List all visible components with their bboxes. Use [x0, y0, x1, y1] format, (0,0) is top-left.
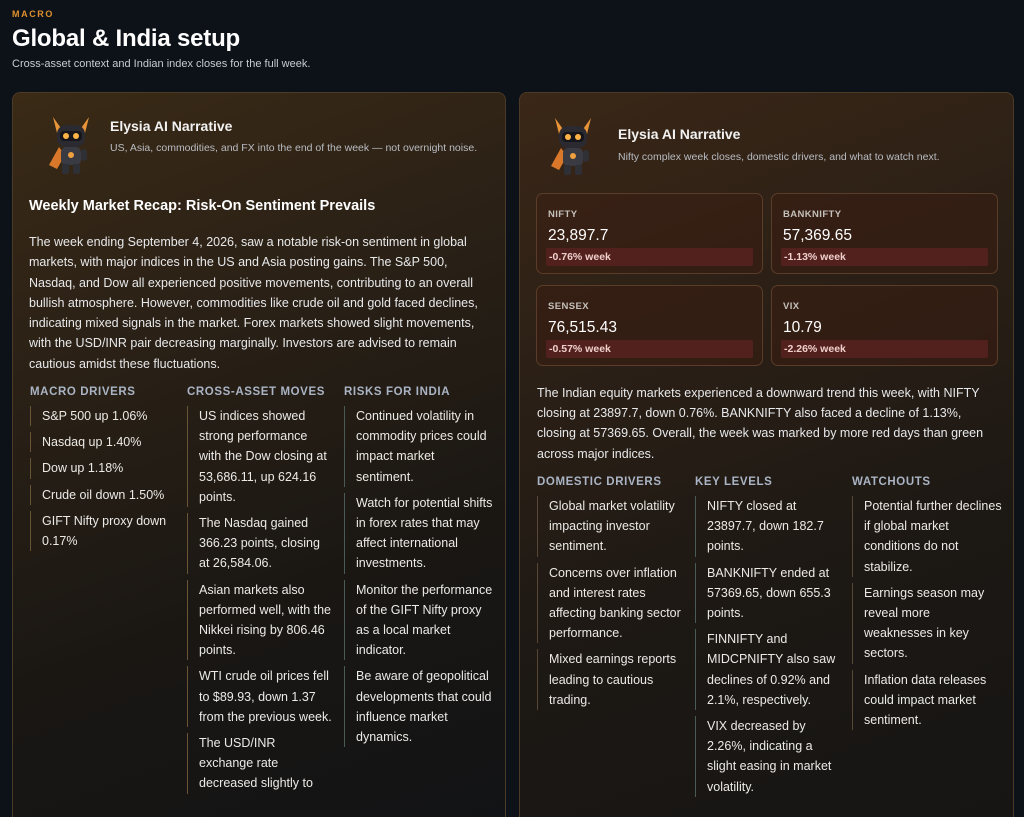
- robot-mascot-icon: [49, 117, 89, 174]
- list-item: Asian markets also performed well, with …: [187, 579, 332, 661]
- metric-value: 23,897.7: [548, 227, 609, 244]
- list-item: Inflation data releases could impact mar…: [852, 669, 1002, 731]
- narrative-subtitle: Nifty complex week closes, domestic driv…: [618, 151, 940, 163]
- cross-asset-moves-column: CROSS-ASSET MOVES US indices showed stro…: [187, 386, 332, 800]
- metric-card-banknifty: BANKNIFTY 57,369.65 -1.13% week: [771, 193, 998, 274]
- recap-title: Weekly Market Recap: Risk-On Sentiment P…: [29, 198, 376, 214]
- list-item: Nasdaq up 1.40%: [30, 432, 180, 453]
- watchouts-column: WATCHOUTS Potential further declines if …: [852, 476, 1002, 736]
- list-item: US indices showed strong performance wit…: [187, 406, 332, 508]
- risks-for-india-column: RISKS FOR INDIA Continued volatility in …: [344, 386, 494, 753]
- list-item: Potential further declines if global mar…: [852, 496, 1002, 577]
- column-heading: WATCHOUTS: [852, 476, 931, 488]
- metric-card-vix: VIX 10.79 -2.26% week: [771, 285, 998, 366]
- list-item: Be aware of geopolitical developments th…: [344, 666, 494, 748]
- domestic-drivers-column: DOMESTIC DRIVERS Global market volatilit…: [537, 476, 682, 716]
- list-item: Dow up 1.18%: [30, 458, 180, 479]
- metric-change-badge: -0.76% week: [546, 248, 753, 266]
- list-item: FINNIFTY and MIDCPNIFTY also saw decline…: [695, 629, 840, 711]
- metric-change-badge: -0.57% week: [546, 340, 753, 358]
- list-item: The USD/INR exchange rate decreased slig…: [187, 733, 332, 794]
- page-subtitle: Cross-asset context and Indian index clo…: [12, 58, 311, 70]
- india-narrative-card: Elysia AI Narrative Nifty complex week c…: [519, 92, 1014, 817]
- list-item: Continued volatility in commodity prices…: [344, 406, 494, 487]
- robot-mascot-icon: [551, 118, 591, 175]
- column-heading: MACRO DRIVERS: [30, 386, 136, 398]
- list-item: BANKNIFTY ended at 57369.65, down 655.3 …: [695, 562, 840, 624]
- metric-label: BANKNIFTY: [783, 209, 842, 220]
- narrative-subtitle: US, Asia, commodities, and FX into the e…: [110, 142, 478, 154]
- list-item: GIFT Nifty proxy down 0.17%: [30, 510, 180, 552]
- metric-change-badge: -1.13% week: [781, 248, 988, 266]
- metric-value: 57,369.65: [783, 227, 852, 244]
- list-item: S&P 500 up 1.06%: [30, 406, 180, 427]
- column-heading: DOMESTIC DRIVERS: [537, 476, 662, 488]
- section-eyebrow: MACRO: [12, 9, 54, 19]
- recap-body: The week ending September 4, 2026, saw a…: [29, 235, 478, 371]
- page-header: MACRO Global & India setup Cross-asset c…: [12, 9, 310, 70]
- global-narrative-card: Elysia AI Narrative US, Asia, commoditie…: [12, 92, 506, 817]
- column-heading: RISKS FOR INDIA: [344, 386, 451, 398]
- list-item: WTI crude oil prices fell to $89.93, dow…: [187, 666, 332, 728]
- key-levels-column: KEY LEVELS NIFTY closed at 23897.7, down…: [695, 476, 840, 803]
- list-item: Crude oil down 1.50%: [30, 484, 180, 505]
- narrative-title: Elysia AI Narrative: [618, 126, 741, 142]
- column-heading: CROSS-ASSET MOVES: [187, 386, 325, 398]
- list-item: Earnings season may reveal more weakness…: [852, 582, 1002, 664]
- metric-value: 10.79: [783, 319, 822, 336]
- list-item: Watch for potential shifts in forex rate…: [344, 492, 494, 574]
- metric-label: SENSEX: [548, 301, 589, 312]
- metric-label: VIX: [783, 301, 800, 312]
- metric-value: 76,515.43: [548, 319, 617, 336]
- list-item: Mixed earnings reports leading to cautio…: [537, 649, 682, 711]
- column-heading: KEY LEVELS: [695, 476, 773, 488]
- list-item: Monitor the performance of the GIFT Nift…: [344, 579, 494, 661]
- list-item: Concerns over inflation and interest rat…: [537, 562, 682, 644]
- macro-drivers-column: MACRO DRIVERS S&P 500 up 1.06% Nasdaq up…: [30, 386, 180, 557]
- list-item: NIFTY closed at 23897.7, down 182.7 poin…: [695, 496, 840, 557]
- narrative-title: Elysia AI Narrative: [110, 118, 233, 134]
- list-item: VIX decreased by 2.26%, indicating a sli…: [695, 716, 840, 797]
- metric-label: NIFTY: [548, 209, 578, 220]
- list-item: Global market volatility impacting inves…: [537, 496, 682, 557]
- india-summary-body: The Indian equity markets experienced a …: [537, 386, 984, 461]
- metric-card-nifty: NIFTY 23,897.7 -0.76% week: [536, 193, 763, 274]
- list-item: The Nasdaq gained 366.23 points, closing…: [187, 513, 332, 574]
- metric-change-badge: -2.26% week: [781, 340, 988, 358]
- metric-card-sensex: SENSEX 76,515.43 -0.57% week: [536, 285, 763, 366]
- page-title: Global & India setup: [12, 25, 241, 52]
